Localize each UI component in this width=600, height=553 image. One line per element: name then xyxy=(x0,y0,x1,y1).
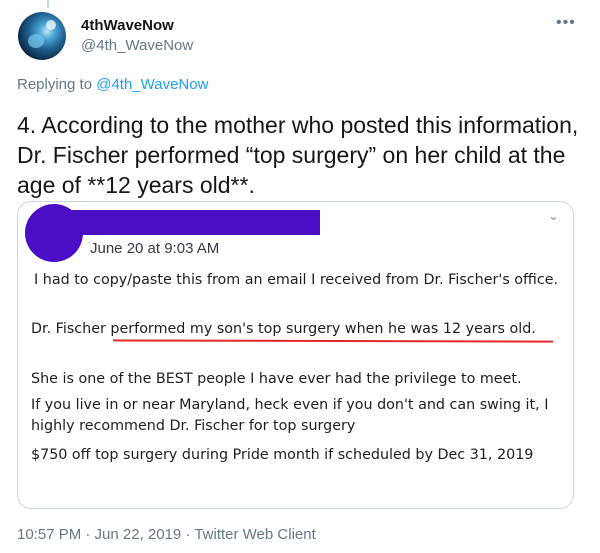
thread-connector-line xyxy=(47,0,49,8)
replying-to-line: Replying to @4th_WaveNow xyxy=(17,76,208,93)
replying-to-link[interactable]: @4th_WaveNow xyxy=(96,76,208,93)
author-display-name[interactable]: 4thWaveNow xyxy=(81,17,174,34)
red-underline-annotation xyxy=(112,339,554,343)
post-date: June 20 at 9:03 AM xyxy=(90,240,220,257)
replying-to-label: Replying to xyxy=(17,76,97,93)
post-paragraph: If you live in or near Maryland, heck ev… xyxy=(31,397,549,434)
chevron-down-icon: ⌄ xyxy=(548,208,559,223)
embedded-screenshot-card[interactable]: June 20 at 9:03 AM ⌄ I had to copy/paste… xyxy=(17,201,574,509)
tweet-timestamp[interactable]: 10:57 PM · Jun 22, 2019 · Twitter Web Cl… xyxy=(17,526,316,543)
tweet-text: 4. According to the mother who posted th… xyxy=(17,112,579,198)
post-paragraph: $750 off top surgery during Pride month … xyxy=(31,447,534,463)
post-paragraph: Dr. Fischer performed my son's top surge… xyxy=(31,321,536,337)
post-paragraph: I had to copy/paste this from an email I… xyxy=(34,272,559,288)
redacted-poster-name xyxy=(70,210,320,235)
avatar-image-detail xyxy=(28,34,44,48)
avatar[interactable] xyxy=(18,12,66,60)
author-handle[interactable]: @4th_WaveNow xyxy=(81,37,193,54)
avatar-image-detail xyxy=(46,20,56,30)
post-paragraph: She is one of the BEST people I have eve… xyxy=(31,371,522,387)
more-horizontal-icon[interactable]: ••• xyxy=(556,14,576,32)
